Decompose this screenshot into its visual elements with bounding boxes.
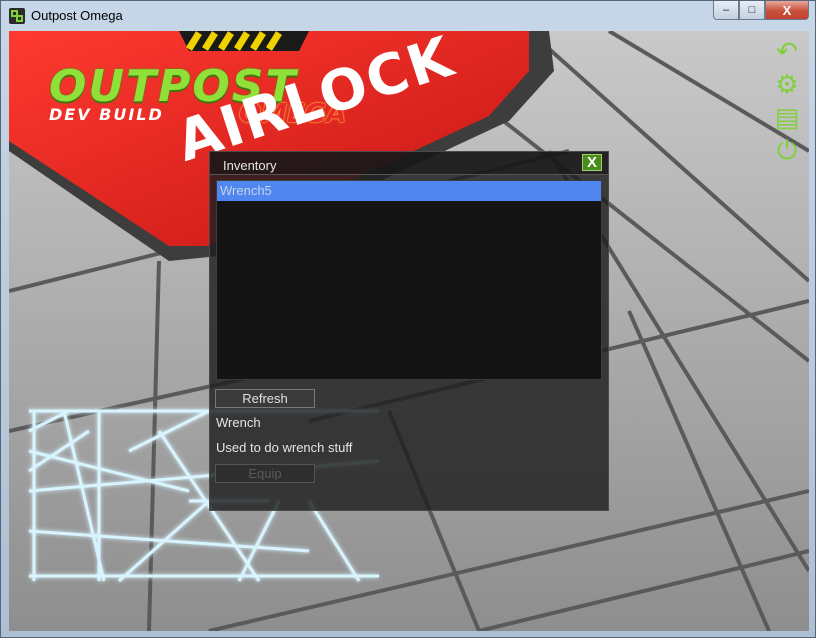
inventory-close-button[interactable]: X (582, 154, 602, 171)
title-bar[interactable]: Outpost Omega – □ X (1, 1, 815, 31)
game-window: Outpost Omega – □ X OUTPOST OMEGA DEV BU… (0, 0, 816, 638)
window-title: Outpost Omega (31, 8, 123, 23)
app-icon (9, 8, 25, 24)
inventory-list[interactable]: Wrench5 (216, 180, 602, 380)
hud-toolbar: ↶ ⚙ ▤ ⏻ (773, 37, 801, 169)
close-button[interactable]: X (765, 1, 809, 20)
inventory-title: Inventory (223, 158, 277, 173)
caption-buttons: – □ X (713, 1, 809, 21)
list-item[interactable]: Wrench5 (217, 181, 601, 201)
minimize-button[interactable]: – (713, 1, 739, 20)
inventory-header[interactable]: Inventory X (210, 152, 608, 175)
gear-icon[interactable]: ⚙ (773, 70, 801, 100)
dev-build-label: DEV BUILD (49, 105, 164, 124)
game-viewport[interactable]: OUTPOST OMEGA DEV BUILD AIRLOCK ↶ ⚙ ▤ ⏻ … (9, 31, 809, 631)
item-description: Used to do wrench stuff (216, 440, 353, 455)
inventory-panel: Inventory X Wrench5 Refresh Wrench Used … (209, 151, 609, 511)
power-icon[interactable]: ⏻ (773, 136, 801, 166)
item-name: Wrench (216, 415, 261, 430)
undo-icon[interactable]: ↶ (773, 37, 801, 67)
refresh-button[interactable]: Refresh (215, 389, 315, 408)
equip-button[interactable]: Equip (215, 464, 315, 483)
save-icon[interactable]: ▤ (773, 103, 801, 133)
maximize-button[interactable]: □ (739, 1, 765, 20)
